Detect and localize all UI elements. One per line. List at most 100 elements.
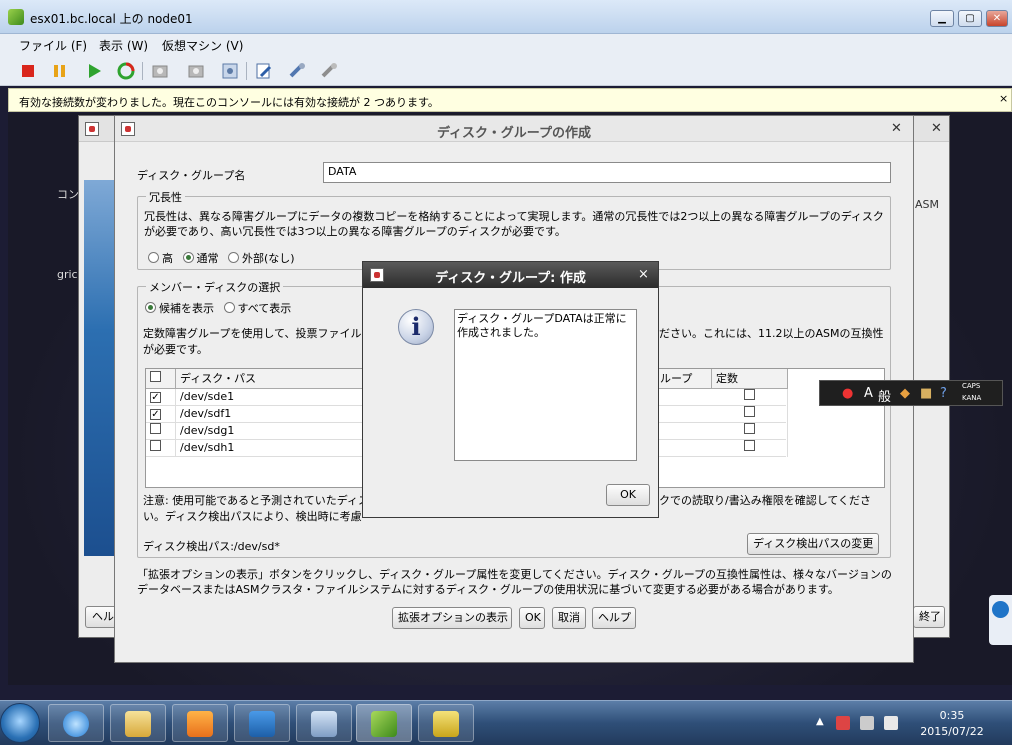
edit-settings-icon[interactable] (254, 61, 274, 81)
popup-close-icon[interactable]: × (638, 267, 649, 282)
advanced-options-description: 「拡張オプションの表示」ボタンをクリックし、ディスク・グループ属性を変更してくだ… (137, 568, 892, 596)
volume-icon[interactable] (884, 716, 898, 730)
ime-kanji-mode[interactable]: 般 (878, 386, 891, 405)
disk-group-created-dialog: ディスク・グループ: 作成 × i ディスク・グループDATAは正常に作成されま… (362, 261, 659, 518)
quorum-header[interactable]: 定数 (712, 369, 788, 389)
snapshot-icon[interactable] (150, 61, 170, 81)
redundancy-legend: 冗長性 (146, 189, 185, 205)
information-icon: i (398, 309, 434, 345)
menu-bar: ファイル (F) 表示 (W) 仮想マシン (V) (0, 34, 1012, 56)
disk-select-checkbox[interactable]: ✓ (150, 392, 161, 403)
failure-group-header[interactable]: ループ (656, 369, 712, 389)
vsphere-logo-icon (8, 9, 24, 25)
bg-window-close-icon[interactable]: ✕ (931, 121, 942, 136)
taskbar-vm-console[interactable] (356, 704, 412, 742)
ime-language-bar[interactable]: ● A 般 ◆ ■ ? CAPS KANA (819, 380, 1003, 406)
menu-view[interactable]: 表示 (W) (99, 37, 148, 54)
quorum-checkbox[interactable] (744, 406, 755, 417)
show-candidates-option[interactable]: 候補を表示 (145, 302, 214, 315)
dialog-title: ディスク・グループの作成 (436, 126, 592, 141)
note-text-right: クでの読取り/書込み権限を確認してくださ (659, 494, 872, 507)
taskbar-ie[interactable] (48, 704, 104, 742)
action-center-icon[interactable] (836, 716, 850, 730)
popup-message: ディスク・グループDATAは正常に作成されました。 (454, 309, 637, 461)
clock-time: 0:35 (939, 709, 965, 722)
ime-help-icon[interactable]: ? (940, 386, 947, 401)
ok-button[interactable]: OK (519, 607, 545, 629)
quorum-description-right: ださい。これには、11.2以上のASMの互換性 (659, 327, 884, 340)
close-window-button[interactable]: ✕ (986, 10, 1008, 27)
redundancy-high-option[interactable]: 高 (148, 252, 173, 265)
quorum-description-left: 定数障害グループを使用して、投票ファイル (143, 327, 362, 340)
tray-expand-icon[interactable]: ▲ (816, 716, 824, 727)
discovery-path-label: ディスク検出パス:/dev/sd* (143, 540, 280, 553)
pause-icon[interactable] (50, 61, 70, 81)
minimize-button[interactable]: ▁ (930, 10, 954, 27)
note-text-left: 注意: 使用可能であると予測されていたディス (143, 494, 369, 507)
menu-vm[interactable]: 仮想マシン (V) (162, 37, 243, 54)
network-icon[interactable] (860, 716, 874, 730)
java-window-icon (85, 122, 99, 136)
play-icon[interactable] (84, 61, 104, 81)
redundancy-description: 冗長性は、異なる障害グループにデータの複数コピーを格納することによって実現します… (144, 210, 884, 238)
reset-icon[interactable] (116, 61, 136, 81)
system-clock[interactable]: 0:35 2015/07/22 (912, 708, 992, 740)
tools-icon[interactable] (288, 61, 308, 81)
vsphere-client-icon (311, 711, 337, 737)
disk-select-checkbox[interactable]: ✓ (150, 409, 161, 420)
ime-flag-icon[interactable]: ● (842, 386, 853, 401)
member-disk-legend: メンバー・ディスクの選択 (146, 279, 284, 295)
window-title: esx01.bc.local 上の node01 (30, 12, 193, 26)
redundancy-group: 冗長性 冗長性は、異なる障害グループにデータの複数コピーを格納することによって実… (137, 189, 891, 270)
bg-text-left: コン (57, 188, 79, 201)
popup-ok-button[interactable]: OK (606, 484, 650, 506)
select-all-checkbox[interactable] (150, 371, 161, 382)
popup-title: ディスク・グループ: 作成 (435, 271, 586, 286)
console-window-titlebar: esx01.bc.local 上の node01 ▁ ▢ ✕ (0, 0, 1012, 34)
start-button[interactable] (0, 703, 40, 743)
installer-side-graphic (84, 180, 116, 556)
taskbar-vsphere-client[interactable] (296, 704, 352, 742)
note-text-line2: い。ディスク検出パスにより、検出時に考慮 (143, 510, 362, 523)
vmware-console-icon (371, 711, 397, 737)
toolbar (0, 56, 1012, 86)
taskbar-explorer[interactable] (110, 704, 166, 742)
notice-close-icon[interactable]: × (999, 92, 1008, 105)
disk-group-name-input[interactable]: DATA (323, 162, 891, 183)
taskbar-teamviewer[interactable] (234, 704, 290, 742)
taskbar-teraterm[interactable] (418, 704, 474, 742)
maximize-button[interactable]: ▢ (958, 10, 982, 27)
ime-dictionary-icon[interactable]: ■ (920, 386, 932, 401)
quorum-checkbox[interactable] (744, 389, 755, 400)
ime-input-mode[interactable]: A (864, 386, 873, 401)
disk-select-checkbox[interactable] (150, 440, 161, 451)
change-discovery-path-button[interactable]: ディスク検出パスの変更 (747, 533, 879, 555)
cancel-button[interactable]: 取消 (552, 607, 586, 629)
menu-file[interactable]: ファイル (F) (19, 37, 87, 54)
disk-select-checkbox[interactable] (150, 423, 161, 434)
taskbar-media-player[interactable] (172, 704, 228, 742)
bg-text-asm: ASM (915, 198, 939, 211)
bg-exit-button[interactable]: 終了 (913, 606, 945, 628)
stop-icon[interactable] (18, 61, 38, 81)
ime-tool-icon[interactable]: ◆ (900, 386, 910, 401)
teamviewer-panel[interactable] (989, 595, 1012, 645)
show-advanced-options-button[interactable]: 拡張オプションの表示 (392, 607, 512, 629)
redundancy-normal-option[interactable]: 通常 (182, 252, 219, 265)
quorum-checkbox[interactable] (744, 440, 755, 451)
show-all-option[interactable]: すべて表示 (223, 302, 291, 315)
quorum-checkbox[interactable] (744, 423, 755, 434)
revert-snapshot-icon[interactable] (186, 61, 206, 81)
redundancy-external-option[interactable]: 外部(なし) (228, 252, 295, 265)
help-button[interactable]: ヘルプ (592, 607, 636, 629)
dialog-close-icon[interactable]: ✕ (891, 121, 902, 136)
snapshot-manager-icon[interactable] (220, 61, 240, 81)
devices-icon[interactable] (320, 61, 340, 81)
select-all-header[interactable] (146, 369, 176, 389)
folder-icon (125, 711, 151, 737)
media-player-icon (187, 711, 213, 737)
quorum-description-line2: が必要です。 (143, 343, 208, 356)
teamviewer-icon[interactable] (992, 601, 1009, 618)
bg-text-left-2: gric (57, 268, 78, 281)
windows-taskbar: ▲ 0:35 2015/07/22 (0, 700, 1012, 745)
